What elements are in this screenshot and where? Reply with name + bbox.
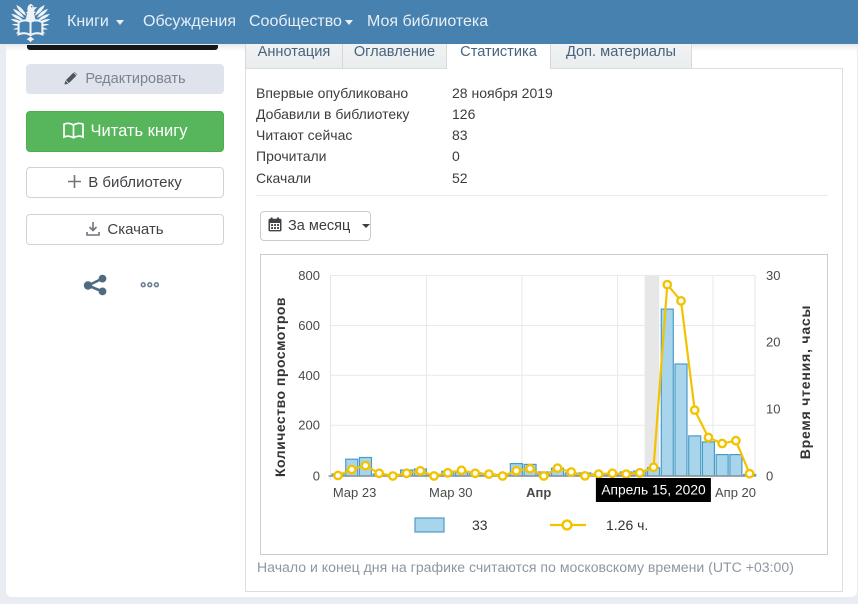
svg-text:33: 33 — [472, 517, 488, 533]
svg-text:600: 600 — [298, 318, 320, 333]
svg-text:Количество просмотров: Количество просмотров — [272, 297, 288, 477]
svg-text:800: 800 — [298, 268, 320, 283]
svg-text:Апр: Апр — [526, 485, 551, 500]
svg-text:Время чтения, часы: Время чтения, часы — [797, 305, 813, 460]
svg-text:400: 400 — [298, 368, 320, 383]
svg-text:0: 0 — [766, 469, 773, 484]
svg-text:20: 20 — [766, 335, 780, 350]
svg-text:0: 0 — [313, 469, 320, 484]
svg-text:30: 30 — [766, 268, 780, 283]
svg-text:200: 200 — [298, 418, 320, 433]
svg-text:Апрель 15, 2020: Апрель 15, 2020 — [601, 483, 706, 498]
svg-text:Мар 23: Мар 23 — [333, 485, 377, 500]
svg-text:1.26 ч.: 1.26 ч. — [606, 517, 648, 533]
svg-text:Мар 30: Мар 30 — [429, 485, 473, 500]
svg-text:Апр 20: Апр 20 — [715, 485, 756, 500]
svg-text:10: 10 — [766, 401, 780, 416]
